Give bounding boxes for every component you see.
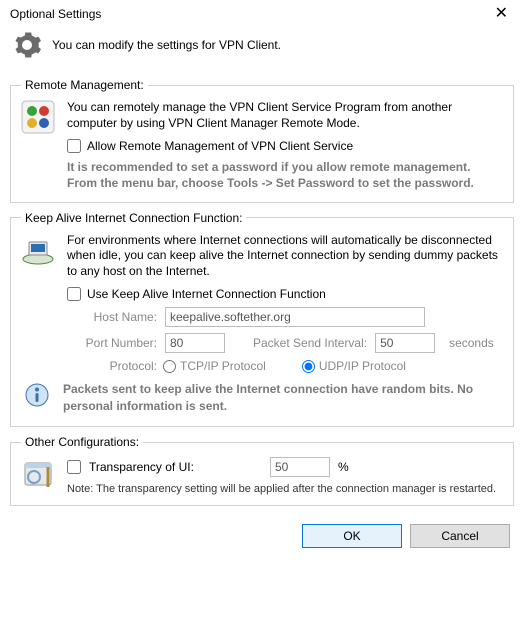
header-text: You can modify the settings for VPN Clie… [52,38,281,52]
keepalive-info: Packets sent to keep alive the Internet … [63,381,503,413]
remote-hint: It is recommended to set a password if y… [67,159,503,191]
other-legend: Other Configurations: [21,435,143,449]
host-input[interactable] [165,307,425,327]
transparency-note: Note: The transparency setting will be a… [67,483,503,495]
transparency-unit: % [338,460,349,474]
keepalive-group: Keep Alive Internet Connection Function:… [10,211,514,428]
other-config-group: Other Configurations: Transparency of UI… [10,435,514,506]
port-label: Port Number: [67,336,157,350]
tcp-radio-label: TCP/IP Protocol [180,359,266,373]
window-title: Optional Settings [10,7,101,21]
port-input[interactable] [165,333,225,353]
udp-radio[interactable] [302,360,315,373]
host-label: Host Name: [67,310,157,324]
keepalive-legend: Keep Alive Internet Connection Function: [21,211,246,225]
interval-unit: seconds [449,336,494,350]
ok-button[interactable]: OK [302,524,402,548]
transparency-label: Transparency of UI: [89,460,194,474]
allow-remote-checkbox[interactable] [67,139,81,153]
close-icon[interactable]: ✕ [489,6,514,22]
info-icon [21,381,53,416]
protocol-label: Protocol: [67,359,157,373]
remote-desc: You can remotely manage the VPN Client S… [67,100,503,131]
keepalive-desc: For environments where Internet connecti… [67,233,503,280]
udp-radio-label: UDP/IP Protocol [319,359,406,373]
use-keepalive-label: Use Keep Alive Internet Connection Funct… [87,287,326,301]
transparency-checkbox[interactable] [67,460,81,474]
gear-icon [12,30,42,60]
remote-management-group: Remote Management: You can remotely mana… [10,78,514,203]
interval-input[interactable] [375,333,435,353]
config-icon [21,457,57,495]
interval-label: Packet Send Interval: [253,336,367,350]
use-keepalive-checkbox[interactable] [67,287,81,301]
remote-icon [21,100,57,192]
cancel-button[interactable]: Cancel [410,524,510,548]
tcp-radio[interactable] [163,360,176,373]
remote-legend: Remote Management: [21,78,148,92]
transparency-input[interactable] [270,457,330,477]
allow-remote-label: Allow Remote Management of VPN Client Se… [87,139,353,153]
